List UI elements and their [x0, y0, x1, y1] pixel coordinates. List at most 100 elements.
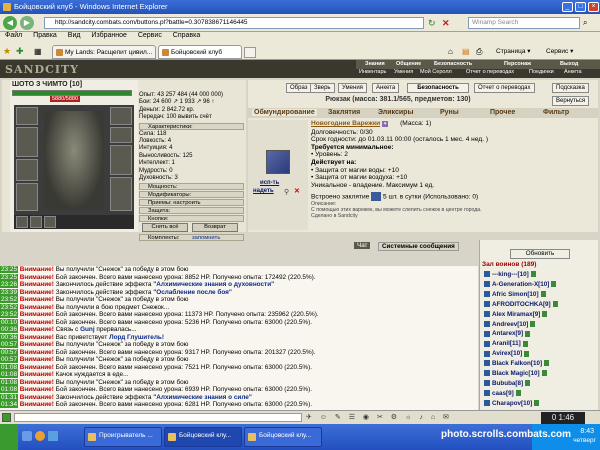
nav-communication[interactable]: Общение: [396, 61, 421, 68]
ring-slot[interactable]: [16, 216, 28, 228]
belt-slot[interactable]: [16, 183, 38, 211]
tab-equipment[interactable]: Обмундирование: [252, 109, 317, 116]
tab-runes[interactable]: Руны: [440, 109, 459, 116]
chat-tools-icons[interactable]: ✈ ☺ ✎ ☰ ◉ ✂ ⚙ ☼ ♪ ⌂ ✉: [306, 413, 518, 423]
player-name[interactable]: Andreev[10]: [492, 321, 528, 328]
back-button[interactable]: Вернуться: [552, 96, 590, 106]
chat-highlight[interactable]: "Ослабление после боя": [153, 289, 232, 296]
player-entry[interactable]: Andreev[10]: [484, 320, 536, 329]
url-field[interactable]: http://sandcity.combats.com/buttons.pl?b…: [44, 17, 424, 29]
favorites-star-icon[interactable]: ★: [3, 46, 11, 57]
chat-time[interactable]: 01:08: [0, 378, 18, 386]
player-name[interactable]: Bububa[8]: [492, 380, 523, 387]
chat-time[interactable]: 23:52: [0, 303, 18, 311]
pet-button[interactable]: Зверь: [310, 83, 335, 93]
earring-slot[interactable]: [110, 107, 132, 125]
player-entry[interactable]: Black Magic[10]: [484, 370, 547, 378]
skills-button[interactable]: Умения: [338, 83, 367, 93]
boots-slot[interactable]: [110, 177, 132, 211]
profile-button[interactable]: Анкета: [372, 83, 400, 93]
chat-time[interactable]: 23:52: [0, 296, 18, 304]
player-entry[interactable]: Avirex[10]: [484, 350, 530, 358]
chat-highlight[interactable]: "Алхимические знания о духовности": [153, 281, 274, 288]
start-button[interactable]: [0, 424, 18, 450]
quick-launch-media-icon[interactable]: [35, 431, 45, 441]
player-info-icon[interactable]: [544, 360, 550, 367]
task-combats-1[interactable]: Бойцовский клу...: [164, 427, 242, 447]
nav-character[interactable]: Персонаж: [504, 61, 531, 68]
weapon-slot[interactable]: [16, 127, 38, 157]
subnav-transfers[interactable]: Отчет о переводах: [466, 69, 514, 76]
player-entry[interactable]: AFRODITOCHKA[9]: [484, 301, 558, 309]
quick-launch-desktop-icon[interactable]: [48, 431, 58, 441]
section-sets[interactable]: Комплекты: запомнить: [139, 234, 244, 242]
player-info-icon[interactable]: [534, 400, 540, 407]
nav-knowledge[interactable]: Знания: [365, 61, 385, 68]
tools-menu[interactable]: Сервис ▾: [546, 47, 573, 55]
player-name[interactable]: Charapov[10]: [492, 400, 532, 407]
chat-highlight[interactable]: Лорд Глушитель!: [109, 334, 164, 341]
chat-message-input[interactable]: [14, 413, 302, 422]
subnav-myscroll[interactable]: Мой Серолл: [420, 69, 452, 76]
player-info-icon[interactable]: [524, 350, 530, 357]
shield-slot[interactable]: [110, 145, 132, 175]
tab-combats[interactable]: Бойцовский клуб: [158, 45, 242, 59]
tab-filter[interactable]: Фильтр: [543, 109, 569, 116]
section-defense[interactable]: Защита:: [139, 207, 244, 215]
chat-time[interactable]: 00:36: [0, 333, 18, 341]
item-name[interactable]: Новогодние Варежки: [311, 120, 380, 127]
subnav-battles[interactable]: Поединки: [529, 69, 554, 76]
player-name[interactable]: Alex Miramax[9]: [492, 311, 540, 318]
chat-time[interactable]: 01:34: [0, 401, 18, 409]
menu-tools[interactable]: Сервис: [138, 32, 162, 39]
tab-system-messages[interactable]: Системные сообщения: [378, 242, 459, 251]
player-entry[interactable]: Alex Miramax[9]: [484, 310, 548, 319]
player-info-icon[interactable]: [542, 310, 548, 317]
chat-time[interactable]: 23:52: [0, 311, 18, 319]
chat-time[interactable]: 01:31: [0, 393, 18, 401]
player-info-icon[interactable]: [515, 390, 521, 397]
back-icon[interactable]: ◀: [3, 16, 17, 30]
pin-icon[interactable]: ⚲: [284, 188, 289, 196]
player-name[interactable]: Avirex[10]: [492, 350, 522, 357]
chat-time[interactable]: 01:08: [0, 386, 18, 394]
remove-all-button[interactable]: Снять всё: [142, 223, 188, 233]
search-input[interactable]: Winamp Search: [468, 17, 580, 29]
chat-time[interactable]: 23:25: [0, 266, 18, 273]
chat-time[interactable]: 23:25: [0, 273, 18, 281]
spell-icon[interactable]: [371, 192, 382, 202]
player-entry[interactable]: Charapov[10]: [484, 400, 540, 408]
tab-chat[interactable]: Чат: [354, 242, 371, 249]
tab-other[interactable]: Прочее: [490, 109, 515, 116]
task-combats-2[interactable]: Бойцовский клу...: [244, 427, 322, 447]
chat-highlight[interactable]: Gunj: [80, 326, 95, 333]
player-name[interactable]: A-Generation-X[10]: [492, 281, 549, 288]
chat-time[interactable]: 23:26: [0, 281, 18, 289]
player-entry[interactable]: caas[9]: [484, 390, 521, 398]
subnav-skills[interactable]: Умения: [394, 69, 413, 76]
return-button[interactable]: Возврат: [192, 223, 238, 233]
player-info-icon[interactable]: [530, 320, 536, 327]
home-icon[interactable]: ⌂: [448, 47, 453, 56]
player-entry[interactable]: Afric Simon[10]: [484, 291, 546, 299]
stop-icon[interactable]: ✕: [442, 18, 452, 28]
menu-favorites[interactable]: Избранное: [91, 32, 126, 39]
chat-time[interactable]: 01:08: [0, 363, 18, 371]
print-icon[interactable]: ⎙: [476, 47, 482, 57]
menu-help[interactable]: Справка: [173, 32, 200, 39]
search-icon[interactable]: ⌕: [583, 18, 587, 28]
new-tab-button[interactable]: [244, 47, 256, 58]
player-name[interactable]: Black Magic[10]: [492, 370, 540, 377]
section-modifiers[interactable]: Модификаторы:: [139, 191, 244, 199]
player-name[interactable]: AFRODITOCHKA[9]: [492, 301, 551, 308]
mittens-icon[interactable]: [266, 150, 290, 174]
player-info-icon[interactable]: [525, 380, 531, 387]
player-entry[interactable]: A-Generation-X[10]: [484, 281, 557, 289]
player-entry[interactable]: Antarex[9]: [484, 330, 531, 338]
refresh-list-button[interactable]: Обновить: [510, 249, 570, 259]
chat-time[interactable]: 01:08: [0, 371, 18, 379]
task-media-player[interactable]: Проигрыватель ...: [84, 427, 162, 447]
chat-time[interactable]: 00:57: [0, 348, 18, 356]
tab-elixirs[interactable]: Эликсиры: [378, 109, 413, 116]
chat-time[interactable]: 00:57: [0, 341, 18, 349]
